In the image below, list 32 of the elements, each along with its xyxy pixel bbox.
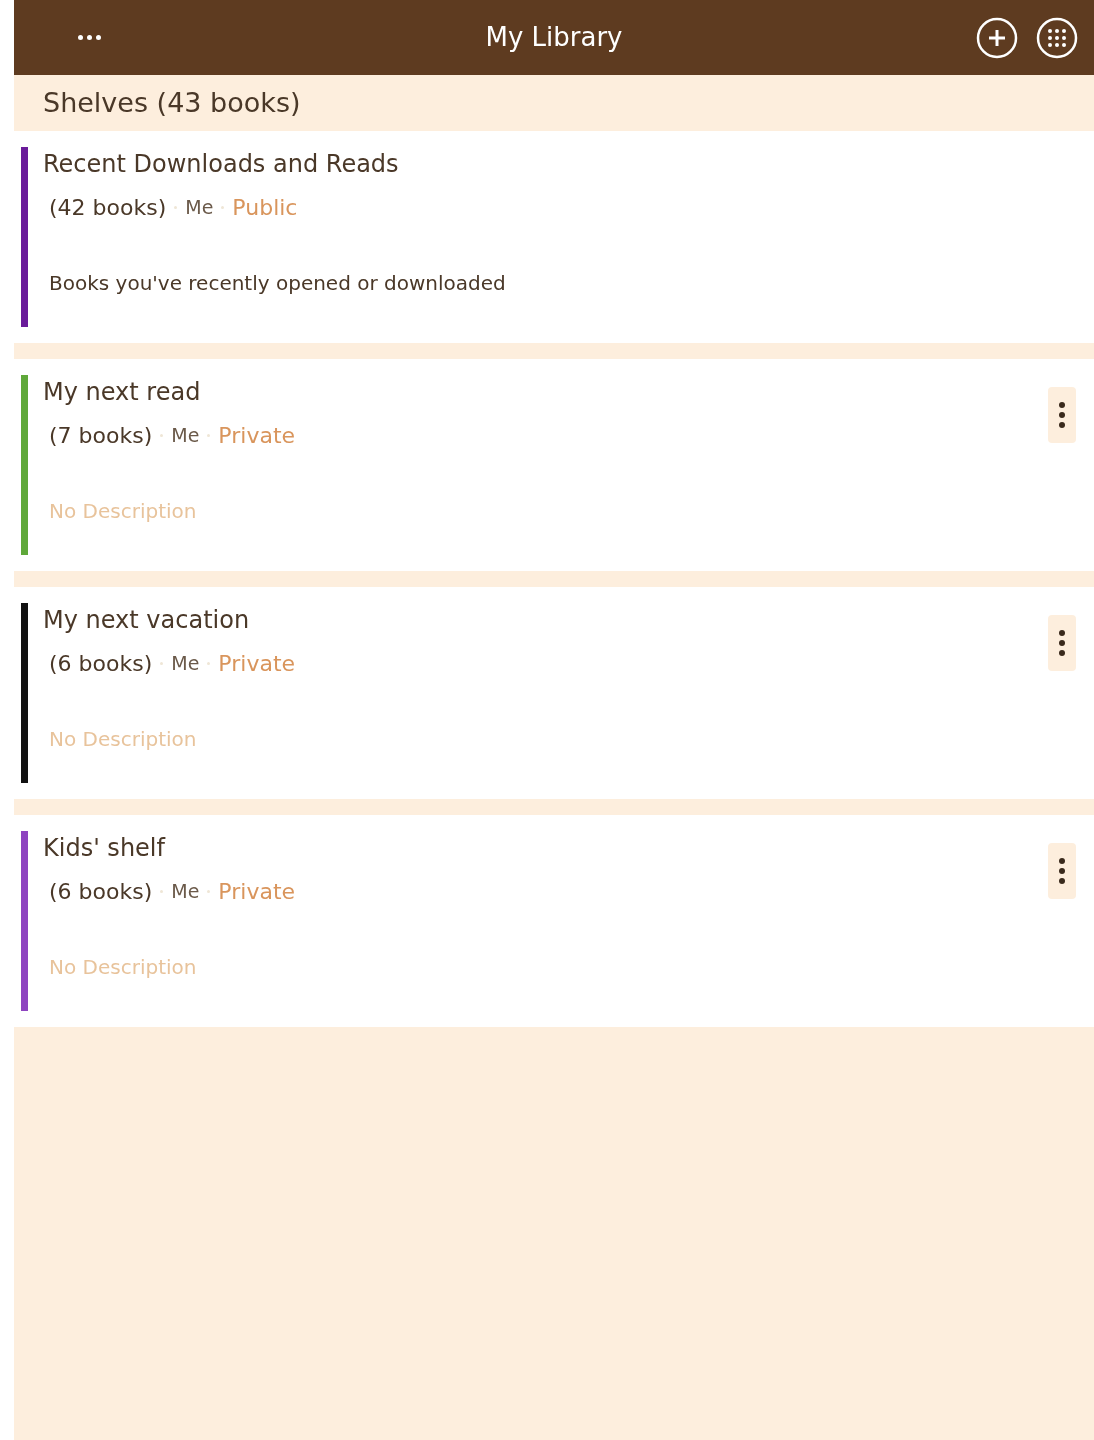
- visibility-label: Private: [218, 422, 296, 450]
- book-count: (6 books): [49, 650, 153, 678]
- section-title: Shelves (43 books): [43, 85, 301, 120]
- shelf-owner: Me: [171, 651, 200, 677]
- more-options-button[interactable]: [1048, 615, 1076, 671]
- more-icon[interactable]: [78, 35, 101, 40]
- visibility-label: Private: [218, 878, 296, 906]
- shelf-title: Kids' shelf: [43, 833, 167, 864]
- more-options-button[interactable]: [1048, 387, 1076, 443]
- shelf-title: My next read: [43, 377, 202, 408]
- visibility-label: Private: [218, 650, 296, 678]
- shelf-owner: Me: [185, 195, 214, 221]
- shelf-description: Books you've recently opened or downloaded: [48, 270, 507, 297]
- shelf-title: Recent Downloads and Reads: [43, 149, 400, 180]
- visibility-label: Public: [232, 194, 298, 222]
- shelf-description: No Description: [48, 726, 198, 753]
- shelf-description: No Description: [48, 498, 198, 525]
- shelf-card[interactable]: Recent Downloads and Reads (42 books) Me Public Books you've recently opened or downloaded: [14, 131, 1094, 343]
- more-options-button[interactable]: [1048, 843, 1076, 899]
- shelf-owner: Me: [171, 423, 200, 449]
- shelf-card[interactable]: My next vacation (6 books) Me Private No Description: [14, 587, 1094, 799]
- book-count: (6 books): [49, 878, 153, 906]
- shelf-card[interactable]: My next read (7 books) Me Private No Description: [14, 359, 1094, 571]
- header-title: My Library: [485, 21, 623, 54]
- shelf-owner: Me: [171, 879, 200, 905]
- book-count: (7 books): [49, 422, 153, 450]
- add-icon[interactable]: [976, 16, 1018, 59]
- shelf-card[interactable]: Kids' shelf (6 books) Me Private No Description: [14, 815, 1094, 1027]
- shelf-title: My next vacation: [43, 605, 251, 636]
- shelf-description: No Description: [48, 954, 198, 981]
- grid-icon[interactable]: [1036, 16, 1078, 59]
- book-count: (42 books): [49, 194, 167, 222]
